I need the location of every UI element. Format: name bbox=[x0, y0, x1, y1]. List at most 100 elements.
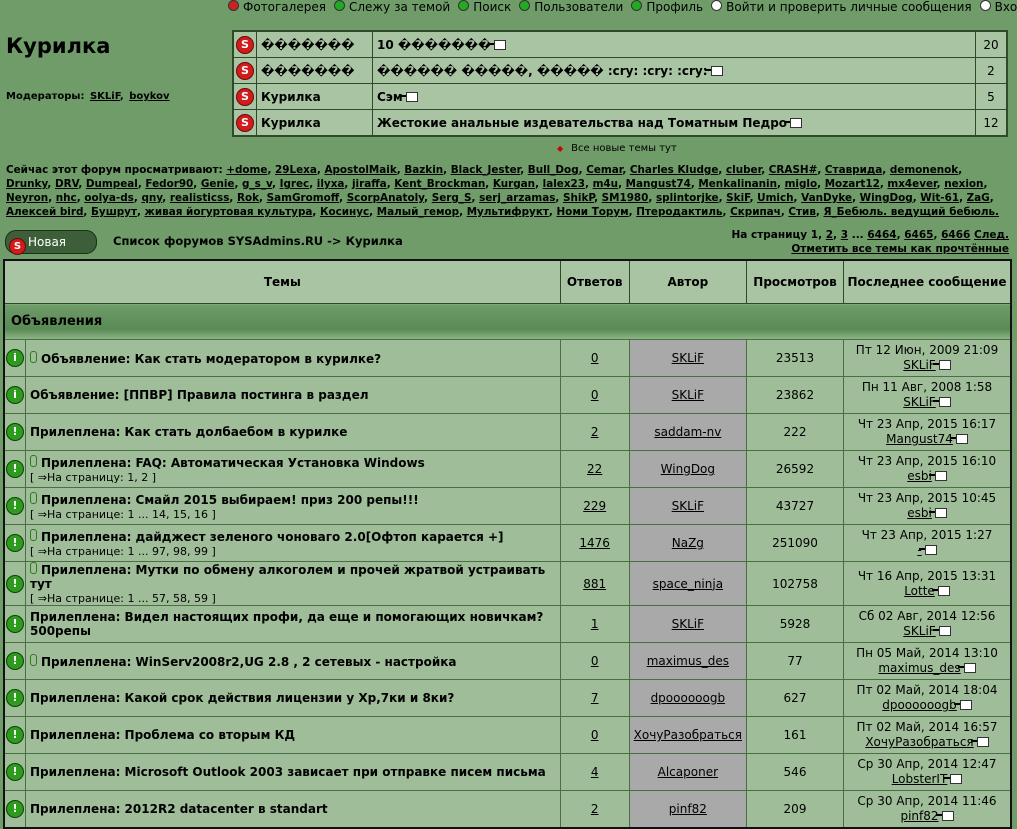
go-to-post-icon[interactable] bbox=[704, 65, 723, 76]
new-topic-button[interactable]: SНовая тема bbox=[5, 230, 97, 273]
viewer-link[interactable]: Птеродактиль bbox=[636, 206, 722, 218]
viewer-link[interactable]: Ставрида bbox=[825, 164, 882, 176]
latest-post-topic[interactable]: Сэм bbox=[377, 90, 403, 104]
pager-page-link[interactable]: 2 bbox=[826, 229, 833, 241]
viewer-link[interactable]: miglo bbox=[785, 178, 818, 190]
topic-title[interactable]: Прилеплена: дайджест зеленого чоноваго 2… bbox=[41, 530, 504, 544]
topic-title[interactable]: Прилеплена: Смайл 2015 выбираем! приз 20… bbox=[41, 493, 419, 507]
viewer-link[interactable]: Black_Jester bbox=[451, 164, 520, 176]
last-post-user[interactable]: esbi bbox=[907, 506, 932, 520]
replies-count[interactable]: 0 bbox=[591, 351, 599, 365]
replies-count[interactable]: 0 bbox=[591, 728, 599, 742]
topic-pages[interactable]: [ ⇒На странице: 1 ... 57, 58, 59 ] bbox=[30, 592, 556, 605]
go-to-post-icon[interactable] bbox=[488, 39, 507, 50]
topic-title[interactable]: Прилеплена: FAQ: Автоматическая Установк… bbox=[41, 456, 425, 470]
replies-count[interactable]: 0 bbox=[591, 654, 599, 668]
viewer-link[interactable]: живая йогуртовая культура bbox=[145, 206, 313, 218]
go-to-post-icon[interactable] bbox=[932, 397, 951, 407]
viewer-link[interactable]: Малый_гемор bbox=[377, 206, 459, 218]
topic-title[interactable]: Прилеплена: Microsoft Outlook 2003 завис… bbox=[30, 765, 546, 779]
viewer-link[interactable]: ilyxa bbox=[317, 178, 345, 190]
go-to-post-icon[interactable] bbox=[970, 737, 989, 747]
last-post-user[interactable]: dpoooooogb bbox=[882, 698, 957, 712]
go-to-post-icon[interactable] bbox=[918, 545, 937, 555]
topic-title[interactable]: Прилеплена: 2012R2 datacenter в standart bbox=[30, 802, 328, 816]
viewer-link[interactable]: SkiF bbox=[726, 192, 749, 204]
last-post-user[interactable]: SKLiF bbox=[903, 395, 935, 409]
go-to-post-icon[interactable] bbox=[953, 700, 972, 710]
latest-post-forum[interactable]: Курилка bbox=[256, 109, 373, 137]
viewer-link[interactable]: m4u bbox=[593, 178, 618, 190]
go-to-post-icon[interactable] bbox=[935, 811, 954, 821]
viewer-link[interactable]: Номи Торум bbox=[556, 206, 628, 218]
breadcrumb-root[interactable]: Список форумов SYSAdmins.RU bbox=[113, 234, 323, 248]
topic-title[interactable]: Прилеплена: Как стать долбаебом в курилк… bbox=[30, 425, 347, 439]
author-link[interactable]: pinf82 bbox=[669, 802, 707, 816]
breadcrumb-current[interactable]: Курилка bbox=[346, 234, 403, 248]
viewer-link[interactable]: nhc bbox=[56, 192, 77, 204]
viewer-link[interactable]: Kent_Brockman bbox=[394, 178, 485, 190]
latest-post-forum[interactable]: Курилка bbox=[256, 83, 373, 110]
viewer-link[interactable]: lalex23 bbox=[543, 178, 585, 190]
topic-title[interactable]: Прилеплена: Видел настоящих профи, да ещ… bbox=[30, 610, 543, 638]
nav-item[interactable]: Слежу за темой bbox=[333, 0, 450, 14]
go-to-post-icon[interactable] bbox=[928, 471, 947, 481]
go-to-post-icon[interactable] bbox=[949, 434, 968, 444]
topic-title[interactable]: Прилеплена: Проблема со вторым КД bbox=[30, 728, 295, 742]
viewer-link[interactable]: Serg_S bbox=[432, 192, 472, 204]
viewer-link[interactable]: Cemar bbox=[586, 164, 622, 176]
go-to-post-icon[interactable] bbox=[932, 360, 951, 370]
viewer-link[interactable]: g_s_v bbox=[242, 178, 272, 190]
viewer-link[interactable]: Стив bbox=[788, 206, 816, 218]
pager-page-link[interactable]: 6466 bbox=[941, 229, 970, 241]
viewer-link[interactable]: Rok bbox=[237, 192, 259, 204]
viewer-link[interactable]: Mangust74 bbox=[626, 178, 691, 190]
go-to-post-icon[interactable] bbox=[784, 117, 803, 128]
viewer-link[interactable]: oolya-ds bbox=[84, 192, 134, 204]
viewer-link[interactable]: SM1980 bbox=[602, 192, 649, 204]
replies-count[interactable]: 229 bbox=[583, 499, 606, 513]
pager-page-link[interactable]: 6464 bbox=[867, 229, 896, 241]
viewer-link[interactable]: DRV bbox=[55, 178, 78, 190]
viewer-link[interactable]: Mozart12 bbox=[825, 178, 880, 190]
nav-item[interactable]: Пользователи bbox=[519, 0, 623, 14]
topic-pages[interactable]: [ ⇒На странице: 1 ... 14, 15, 16 ] bbox=[30, 508, 556, 521]
latest-post-topic[interactable]: Жестокие анальные издевательства над Том… bbox=[377, 116, 787, 130]
viewer-link[interactable]: ScorpAnatoly bbox=[347, 192, 424, 204]
pager-next-link[interactable]: След. bbox=[974, 229, 1009, 241]
viewer-link[interactable]: Fedor90 bbox=[145, 178, 193, 190]
viewer-link[interactable]: jiraffa bbox=[352, 178, 387, 190]
viewer-link[interactable]: 29Lexa bbox=[275, 164, 317, 176]
all-new-topics[interactable]: ◆ Все новые темы тут bbox=[557, 143, 677, 154]
pager-page-link[interactable]: 3 bbox=[841, 229, 848, 241]
pager-page-link[interactable]: 6465 bbox=[904, 229, 933, 241]
viewer-link[interactable]: Bull_Dog bbox=[528, 164, 579, 176]
viewer-link[interactable]: CRASH# bbox=[769, 164, 818, 176]
viewer-link[interactable]: Косинус bbox=[320, 206, 369, 218]
last-post-user[interactable]: SKLiF bbox=[903, 358, 935, 372]
viewer-link[interactable]: Neyron bbox=[6, 192, 48, 204]
nav-item[interactable]: Профиль bbox=[631, 0, 703, 14]
author-link[interactable]: SKLiF bbox=[672, 388, 704, 402]
author-link[interactable]: maximus_des bbox=[647, 654, 729, 668]
moderator-link[interactable]: SKLiF bbox=[90, 91, 120, 102]
author-link[interactable]: Alcaponer bbox=[658, 765, 718, 779]
viewer-link[interactable]: qny bbox=[141, 192, 162, 204]
last-post-user[interactable]: - bbox=[917, 543, 921, 557]
replies-count[interactable]: 1476 bbox=[579, 536, 610, 550]
viewer-link[interactable]: mx4ever bbox=[887, 178, 936, 190]
go-to-post-icon[interactable] bbox=[931, 585, 950, 596]
go-to-post-icon[interactable] bbox=[944, 774, 963, 784]
latest-post-forum[interactable]: ������� bbox=[256, 57, 373, 84]
viewer-link[interactable]: +dome bbox=[226, 164, 267, 176]
last-post-user[interactable]: maximus_des bbox=[878, 661, 960, 675]
viewer-link[interactable]: serj_arzamas bbox=[479, 192, 555, 204]
author-link[interactable]: space_ninja bbox=[653, 577, 723, 591]
viewer-link[interactable]: WingDog bbox=[860, 192, 913, 204]
viewer-link[interactable]: SamGromoff bbox=[267, 192, 340, 204]
topic-title[interactable]: Прилеплена: Какой срок действия лицензии… bbox=[30, 691, 454, 705]
author-link[interactable]: SKLiF bbox=[672, 499, 704, 513]
nav-item[interactable]: Поиск bbox=[458, 0, 511, 14]
latest-post-forum[interactable]: ������� bbox=[256, 30, 373, 58]
last-post-user[interactable]: SKLiF bbox=[903, 624, 935, 638]
